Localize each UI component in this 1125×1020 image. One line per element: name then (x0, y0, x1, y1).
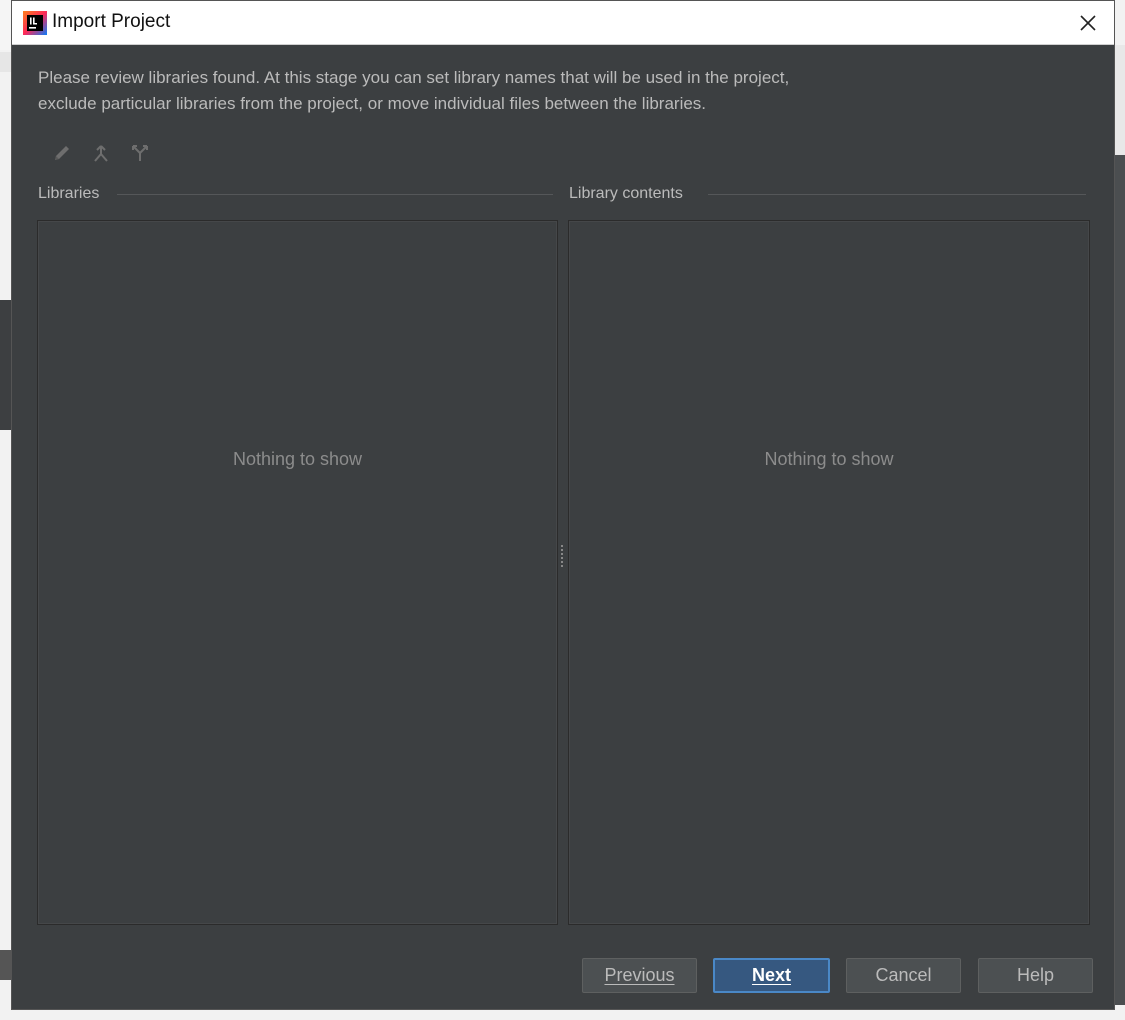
window-title: Import Project (52, 11, 171, 32)
next-button[interactable]: Next (713, 958, 830, 993)
library-toolbar (48, 139, 153, 167)
libraries-separator (117, 194, 553, 195)
close-icon (1080, 14, 1096, 31)
libraries-list[interactable]: Nothing to show (37, 220, 558, 925)
split-library-button[interactable] (126, 139, 153, 166)
rename-icon (54, 145, 69, 160)
cancel-button[interactable]: Cancel (846, 958, 961, 993)
library-contents-label: Library contents (569, 185, 683, 202)
help-button[interactable]: Help (978, 958, 1093, 993)
panel-splitter[interactable] (559, 545, 565, 569)
libraries-label: Libraries (38, 185, 100, 202)
close-button[interactable] (1062, 1, 1114, 44)
import-project-dialog: Import Project Please review libraries f… (11, 0, 1115, 1010)
merge-icon (93, 144, 108, 162)
libraries-empty-text: Nothing to show (232, 449, 363, 469)
split-icon (131, 144, 148, 161)
rename-library-button[interactable] (48, 139, 75, 166)
merge-libraries-button[interactable] (87, 139, 114, 166)
description-line: exclude particular libraries from the pr… (38, 94, 707, 113)
screen: Import Project Please review libraries f… (0, 0, 1125, 1020)
intellij-idea-icon (23, 11, 47, 35)
previous-button-label: Previous (604, 965, 675, 985)
library-contents-separator (708, 194, 1086, 195)
help-button-label: Help (1016, 965, 1055, 985)
description-line: Please review libraries found. At this s… (38, 68, 790, 87)
library-contents-empty-text: Nothing to show (764, 449, 894, 469)
library-contents-list[interactable]: Nothing to show (568, 220, 1090, 925)
next-button-label: Next (751, 965, 791, 985)
title-bar: Import Project (12, 1, 1114, 45)
previous-button[interactable]: Previous (582, 958, 697, 993)
description-text: Please review libraries found. At this s… (38, 65, 1038, 117)
cancel-button-label: Cancel (875, 965, 932, 985)
